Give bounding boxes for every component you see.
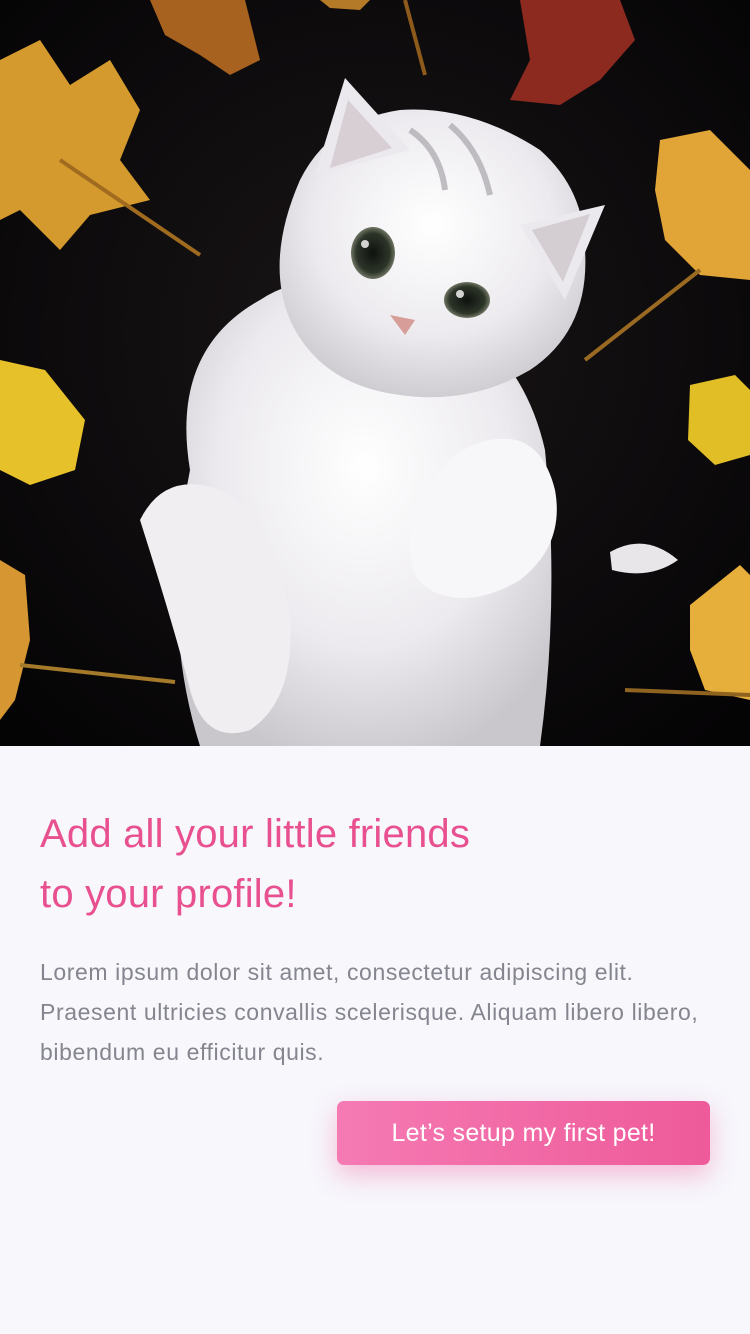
title-line-2: to your profile! (40, 872, 297, 916)
hero-image (0, 0, 750, 746)
onboarding-content: Add all your little friends to your prof… (40, 746, 710, 1072)
setup-first-pet-button[interactable]: Let’s setup my first pet! (337, 1101, 710, 1165)
onboarding-description: Lorem ipsum dolor sit amet, consectetur … (40, 959, 699, 1065)
title-line-1: Add all your little friends (40, 812, 471, 856)
onboarding-title: Add all your little friends to your prof… (40, 746, 710, 924)
